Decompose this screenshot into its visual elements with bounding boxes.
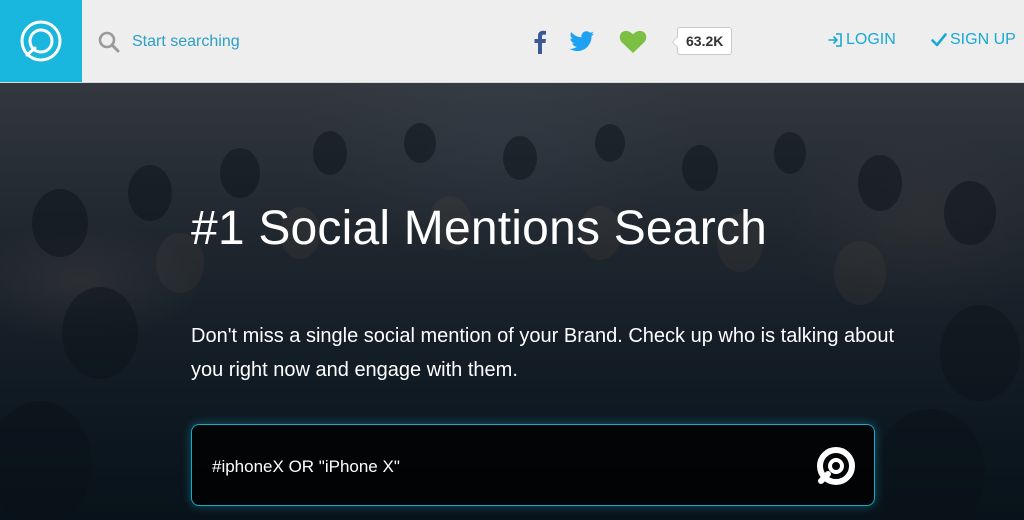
login-icon — [828, 33, 842, 47]
heart-icon — [619, 30, 647, 53]
twitter-icon — [569, 31, 594, 52]
logo[interactable] — [0, 0, 82, 82]
facebook-icon — [534, 30, 546, 54]
signup-link[interactable]: SIGN UP — [931, 31, 1016, 49]
login-label[interactable]: LOGIN — [846, 31, 896, 49]
main-search-box — [191, 424, 875, 506]
share-count-badge: 63.2K — [671, 27, 733, 55]
like-button[interactable] — [618, 28, 648, 56]
hero-headline: #1 Social Mentions Search — [191, 202, 767, 255]
main-search-input[interactable] — [210, 451, 794, 483]
hero-section: #1 Social Mentions Search Don't miss a s… — [0, 83, 1024, 520]
checkmark-icon — [931, 33, 947, 47]
search-submit-button[interactable] — [814, 444, 858, 488]
twitter-share-button[interactable] — [568, 28, 596, 56]
hero-subtext: Don't miss a single social mention of yo… — [191, 325, 895, 381]
header-search[interactable]: Start searching — [98, 28, 240, 56]
search-submit-icon — [817, 447, 855, 485]
signup-label[interactable]: SIGN UP — [950, 31, 1016, 49]
facebook-share-button[interactable] — [530, 28, 550, 56]
social-mention-logo-icon — [20, 20, 62, 62]
top-navigation-bar: Start searching 63.2K LOGIN SIGN UP — [0, 0, 1024, 83]
login-link[interactable]: LOGIN — [827, 31, 896, 49]
header-search-placeholder[interactable]: Start searching — [132, 33, 240, 51]
search-icon — [98, 31, 120, 53]
